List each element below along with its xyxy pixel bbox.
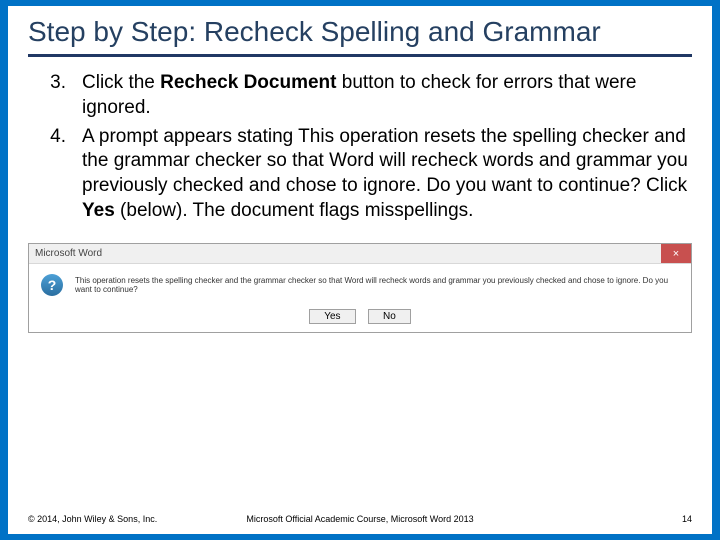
close-icon[interactable]: × [661,244,691,263]
footer-copyright: © 2014, John Wiley & Sons, Inc. [28,514,157,524]
question-icon: ? [41,274,63,296]
step-number: 4. [28,125,82,224]
bold-text: Yes [82,200,115,221]
content-area: Step by Step: Recheck Spelling and Gramm… [8,6,712,534]
slide: Step by Step: Recheck Spelling and Gramm… [0,0,720,540]
slide-footer: © 2014, John Wiley & Sons, Inc. Microsof… [28,514,692,524]
yes-button[interactable]: Yes [309,309,355,324]
step-text: A prompt appears stating This operation … [82,125,692,224]
step-4: 4. A prompt appears stating This operati… [28,125,692,224]
step-3: 3. Click the Recheck Document button to … [28,71,692,120]
footer-course: Microsoft Official Academic Course, Micr… [178,514,542,524]
dialog-message: This operation resets the spelling check… [75,276,679,295]
dialog-body: ? This operation resets the spelling che… [29,264,691,300]
step-list: 3. Click the Recheck Document button to … [28,71,692,227]
bold-text: Recheck Document [160,72,336,93]
dialog-screenshot: Microsoft Word × ? This operation resets… [28,243,692,333]
dialog-title: Microsoft Word [35,248,102,259]
slide-title: Step by Step: Recheck Spelling and Gramm… [28,16,692,57]
dialog-button-row: Yes No [29,300,691,332]
step-text: Click the Recheck Document button to che… [82,71,692,120]
step-number: 3. [28,71,82,120]
dialog-titlebar: Microsoft Word × [29,244,691,264]
slide-number: 14 [682,514,692,524]
no-button[interactable]: No [368,309,411,324]
